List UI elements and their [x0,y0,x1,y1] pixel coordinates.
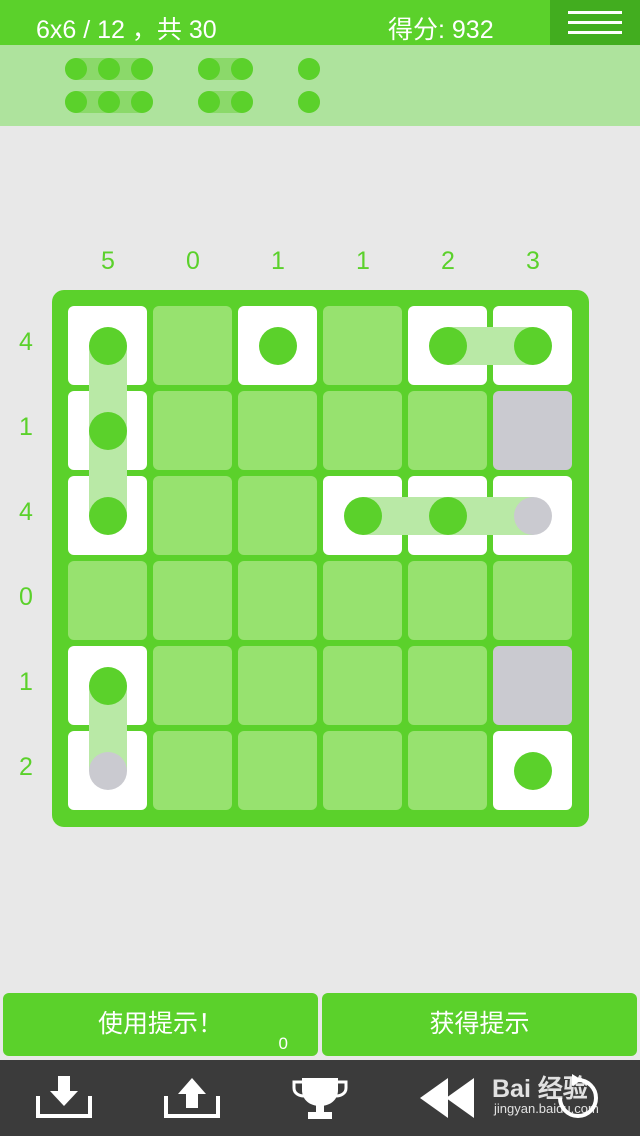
grid-cell[interactable] [323,306,402,385]
level-indicator: 6x6 / 12 ，共 30 [36,16,217,44]
ship-segment [513,751,552,790]
legend-ship [298,58,320,80]
grid-cell[interactable] [153,731,232,810]
ship-segment [88,751,127,790]
ship-segment [88,326,127,365]
watermark-brand: Bai 经验 [492,1075,588,1103]
column-clue: 0 [186,247,200,275]
top-bar: 6x6 / 12 ，共 30 得分: 932 [0,0,640,45]
column-clue: 3 [526,247,540,275]
grid-cell[interactable] [238,476,317,555]
legend-ship-dot [98,91,120,113]
grid-cell[interactable] [323,391,402,470]
grid-cell[interactable] [153,391,232,470]
legend-ship-dot [198,91,220,113]
score-display: 得分: 932 [388,16,494,44]
legend-ship-dot [65,91,87,113]
ship-legend [0,45,640,126]
watermark: Bai 经验 jingyan.baidu.com [490,1063,640,1123]
legend-ship-dot [298,58,320,80]
rewind-button[interactable] [418,1074,478,1122]
puzzle-board [52,290,589,827]
grid-cell[interactable] [323,646,402,725]
grid-cell[interactable] [323,561,402,640]
grid-cell[interactable] [493,646,572,725]
trophy-button[interactable] [290,1074,350,1122]
row-clue: 0 [19,583,33,611]
legend-ship-dot [198,58,220,80]
grid-cell[interactable] [153,306,232,385]
ship-segment [343,496,382,535]
ship-segment [88,496,127,535]
legend-ship-dot [65,58,87,80]
row-clue: 2 [19,753,33,781]
get-hint-label: 获得提示 [429,1010,530,1038]
legend-ship-dot [231,91,253,113]
row-clue: 1 [19,668,33,696]
ship-segment [428,496,467,535]
column-clue: 1 [356,247,370,275]
row-clue: 4 [19,328,33,356]
get-hint-button[interactable]: 获得提示 [322,993,637,1056]
column-clue: 1 [271,247,285,275]
grid-cell[interactable] [408,731,487,810]
use-hint-button[interactable]: 使用提示！ 0 [3,993,318,1056]
grid-cell[interactable] [493,391,572,470]
download-icon [36,1076,92,1118]
legend-ship-dot [131,91,153,113]
ship-segment [513,326,552,365]
grid-cell[interactable] [493,561,572,640]
column-clue: 2 [441,247,455,275]
legend-ship-dot [231,58,253,80]
grid-cell[interactable] [68,561,147,640]
ship-segment [88,666,127,705]
ship-segment [88,411,127,450]
legend-ship-dot [98,58,120,80]
menu-button[interactable] [550,0,640,45]
row-clue: 4 [19,498,33,526]
legend-ship-dot [131,58,153,80]
upload-button[interactable] [162,1074,222,1122]
grid-cell[interactable] [153,646,232,725]
ship-segment [513,496,552,535]
ship-segment [258,326,297,365]
legend-ship [198,91,253,113]
grid-cell[interactable] [238,646,317,725]
legend-ship [65,58,153,80]
upload-icon [164,1078,220,1118]
grid-cell[interactable] [408,561,487,640]
grid-cell[interactable] [238,561,317,640]
grid-cell[interactable] [238,731,317,810]
download-button[interactable] [34,1074,94,1122]
rewind-icon [420,1078,474,1118]
hint-count: 0 [278,1034,288,1053]
grid-cell[interactable] [408,646,487,725]
column-clue: 5 [101,247,115,275]
legend-ship-dot [298,91,320,113]
legend-ship [65,91,153,113]
row-clue: 1 [19,413,33,441]
legend-ship [298,91,320,113]
menu-icon [568,11,622,14]
watermark-url: jingyan.baidu.com [494,1101,599,1116]
legend-ship [198,58,253,80]
grid-cell[interactable] [323,731,402,810]
trophy-icon [292,1078,348,1119]
grid-cell[interactable] [153,476,232,555]
ship-segment [428,326,467,365]
use-hint-label: 使用提示！ [97,1010,223,1038]
grid-cell[interactable] [238,391,317,470]
grid-cell[interactable] [408,391,487,470]
grid-cell[interactable] [153,561,232,640]
